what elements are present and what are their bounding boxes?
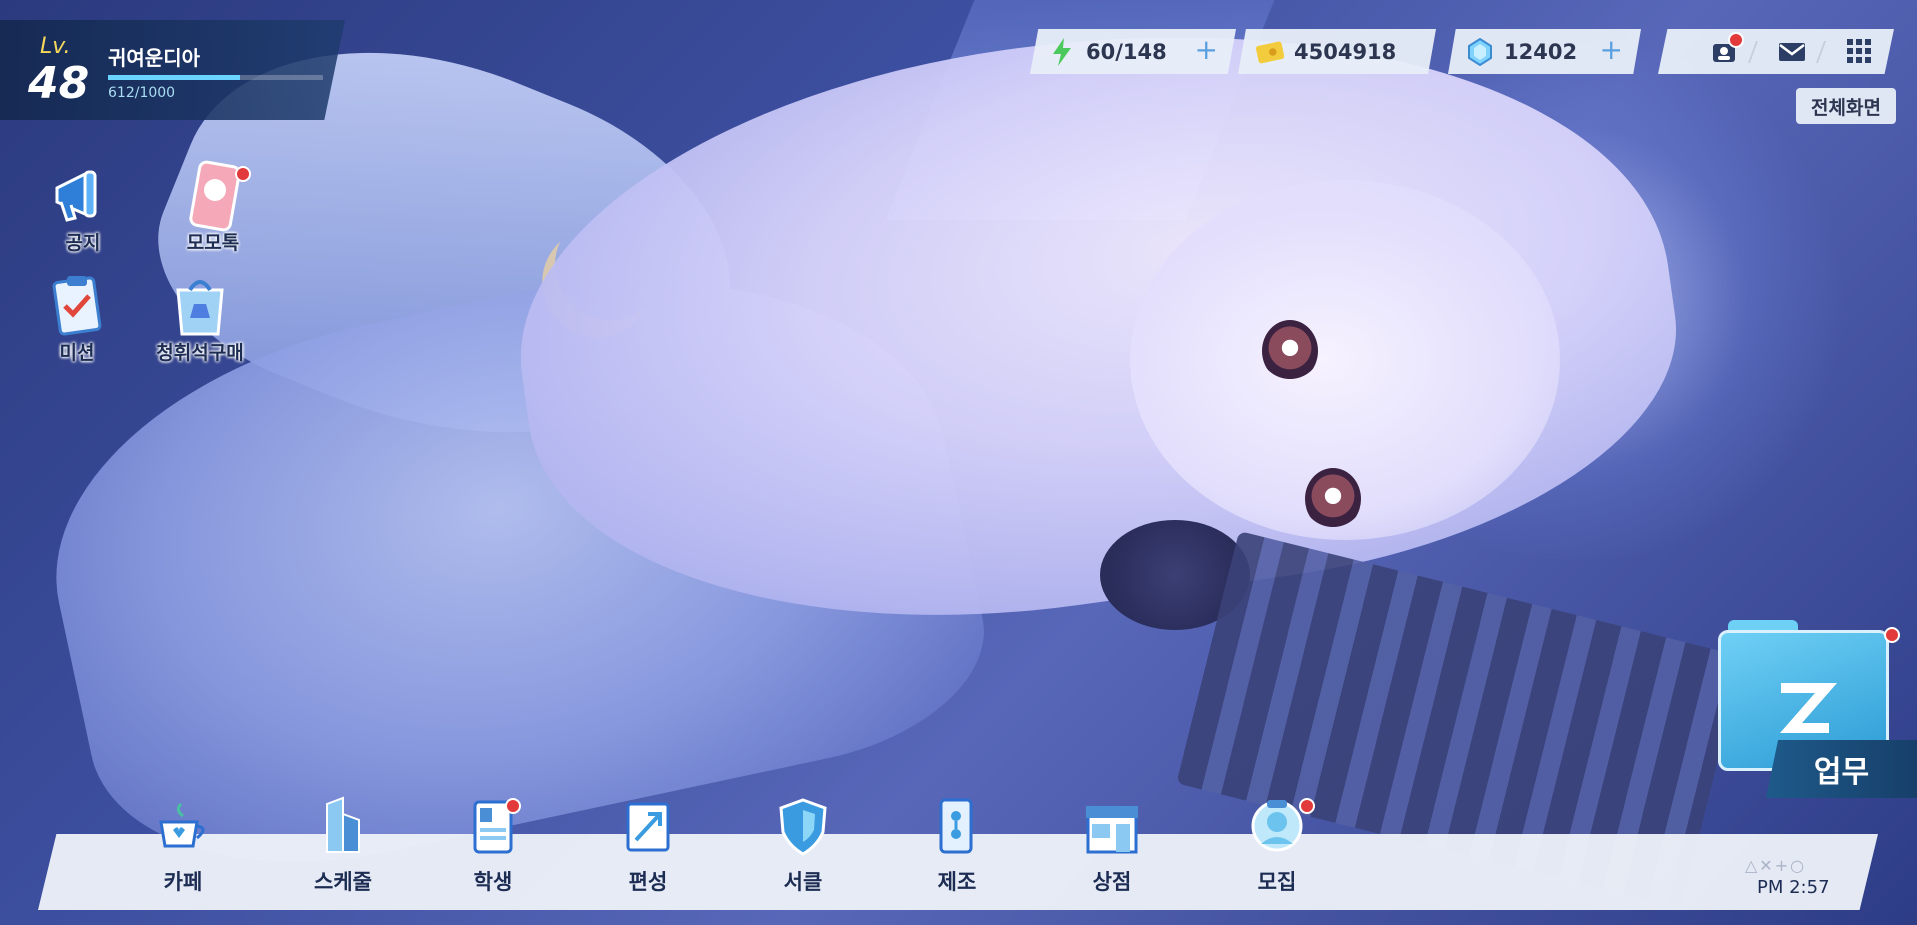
nav-formation[interactable]: 편성: [588, 802, 708, 910]
nav-recruit-label: 모집: [1257, 870, 1297, 894]
credits-value: 4504918: [1294, 39, 1397, 64]
player-name: 귀여운디아: [108, 46, 200, 70]
credits-resource: 4504918: [1238, 29, 1436, 74]
grid-menu-icon[interactable]: [1846, 38, 1874, 66]
nav-crafting[interactable]: 제조: [897, 798, 1017, 910]
nav-formation-label: 편성: [628, 870, 668, 894]
nav-shop[interactable]: 상점: [1052, 806, 1172, 910]
friends-notification-dot: [1728, 32, 1744, 48]
notice-button[interactable]: 공지: [28, 160, 138, 255]
pyroxene-shop-label: 청휘석구매: [156, 342, 244, 364]
player-level-panel[interactable]: Lv. 48 귀여운디아 612/1000: [0, 20, 345, 120]
level-number: 48: [28, 58, 90, 109]
character-eye: [1262, 320, 1318, 382]
clipboard-check-icon: [41, 270, 113, 342]
gems-value: 12402: [1504, 39, 1578, 64]
nav-cafe-label: 카페: [163, 870, 203, 894]
mission-button[interactable]: 미션: [22, 270, 132, 365]
gem-icon: [1466, 37, 1494, 66]
background-illustration: [0, 0, 1917, 925]
recruit-icon: [1247, 796, 1307, 856]
work-notification-dot: [1884, 627, 1900, 643]
exp-bar: [108, 75, 323, 80]
gems-plus-button[interactable]: +: [1600, 36, 1623, 64]
nav-cafe[interactable]: 카페: [123, 802, 243, 910]
megaphone-icon: [47, 160, 119, 232]
work-button[interactable]: 업무: [1718, 620, 1917, 800]
stamina-plus-button[interactable]: +: [1195, 36, 1218, 64]
clock-time: PM 2:57: [1757, 877, 1830, 898]
nav-crafting-label: 제조: [937, 870, 977, 894]
nav-schedule-label: 스케줄: [314, 870, 372, 894]
notice-label: 공지: [65, 232, 101, 254]
controller-symbols: △✕+○: [1745, 856, 1807, 875]
shop-icon: [1082, 796, 1142, 856]
exp-bar-fill: [108, 75, 240, 80]
crafting-icon: [927, 796, 987, 856]
formation-icon: [618, 796, 678, 856]
schedule-icon: [313, 796, 373, 856]
nav-shop-label: 상점: [1092, 870, 1132, 894]
stamina-resource[interactable]: 60/148 +: [1030, 29, 1236, 74]
mission-label: 미션: [59, 342, 95, 364]
nav-club[interactable]: 서클: [743, 798, 863, 910]
momotalk-button[interactable]: 모모톡: [158, 160, 268, 255]
top-menu-bar: [1658, 29, 1894, 74]
menu-separator: [1815, 41, 1827, 63]
coffee-cup-icon: [153, 796, 213, 856]
work-label: 업무: [1766, 740, 1917, 798]
nav-students[interactable]: 학생: [433, 798, 553, 910]
momotalk-notification-dot: [235, 166, 251, 182]
character-eye: [1305, 468, 1361, 530]
credit-card-icon: [1256, 38, 1284, 66]
exp-text: 612/1000: [108, 85, 176, 101]
menu-separator: [1747, 41, 1759, 63]
nav-students-label: 학생: [473, 870, 513, 894]
recruit-notification-dot: [1299, 798, 1315, 814]
mail-icon[interactable]: [1778, 38, 1806, 66]
pyroxene-shop-button[interactable]: 청휘석구매: [145, 270, 255, 365]
stamina-value: 60/148: [1086, 39, 1167, 64]
shield-icon: [773, 796, 833, 856]
momotalk-label: 모모톡: [186, 232, 240, 254]
level-label: Lv.: [40, 34, 71, 59]
shopping-bag-icon: [164, 270, 236, 342]
gems-resource[interactable]: 12402 +: [1448, 29, 1641, 74]
lightning-icon: [1048, 37, 1076, 66]
nav-club-label: 서클: [783, 870, 823, 894]
nav-schedule[interactable]: 스케줄: [283, 796, 403, 910]
students-notification-dot: [505, 798, 521, 814]
fullscreen-button[interactable]: 전체화면: [1796, 88, 1896, 124]
nav-recruit[interactable]: 모집: [1217, 798, 1337, 910]
